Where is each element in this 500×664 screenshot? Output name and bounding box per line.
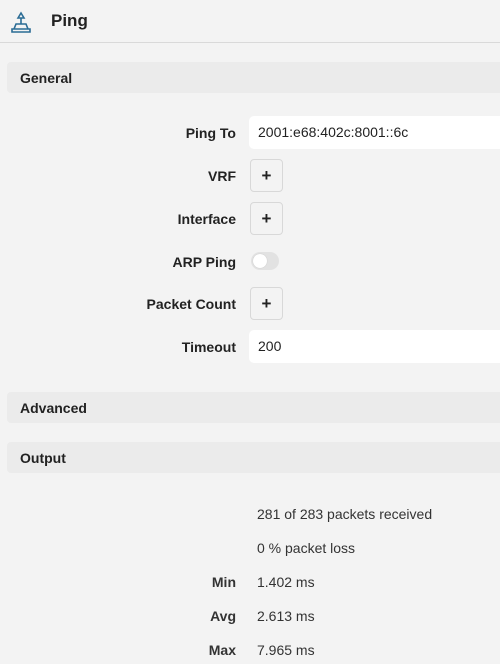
timeout-input[interactable]: 200 [249,330,500,363]
window-title: Ping [51,11,88,30]
section-output[interactable]: Output [7,442,500,473]
section-output-label: Output [20,450,66,466]
arp-ping-label: ARP Ping [172,254,236,270]
timeout-label: Timeout [181,339,236,355]
section-advanced[interactable]: Advanced [7,392,500,423]
min-label: Min [211,574,236,590]
interface-label: Interface [177,211,236,227]
packet-loss-value: 0 % packet loss [257,540,356,556]
ping-to-input[interactable]: 2001:e68:402c:8001::6c [249,116,500,149]
ping-tool-icon [11,11,31,33]
avg-label: Avg [210,608,236,624]
min-value: 1.402 ms [257,574,315,590]
vrf-label: VRF [208,168,236,184]
max-value: 7.965 ms [257,642,315,658]
toggle-knob [253,254,267,268]
ping-to-label: Ping To [185,125,236,141]
section-general-label: General [20,70,73,86]
section-advanced-label: Advanced [20,400,87,416]
arp-ping-toggle[interactable] [251,252,279,270]
avg-value: 2.613 ms [257,608,315,624]
vrf-add-button[interactable]: + [250,159,283,192]
section-general[interactable]: General [7,62,500,93]
max-label: Max [208,642,236,658]
title-bar: Ping [0,0,500,43]
interface-add-button[interactable]: + [250,202,283,235]
packet-count-label: Packet Count [146,296,236,312]
packets-received-value: 281 of 283 packets received [257,506,433,522]
packet-count-add-button[interactable]: + [250,287,283,320]
